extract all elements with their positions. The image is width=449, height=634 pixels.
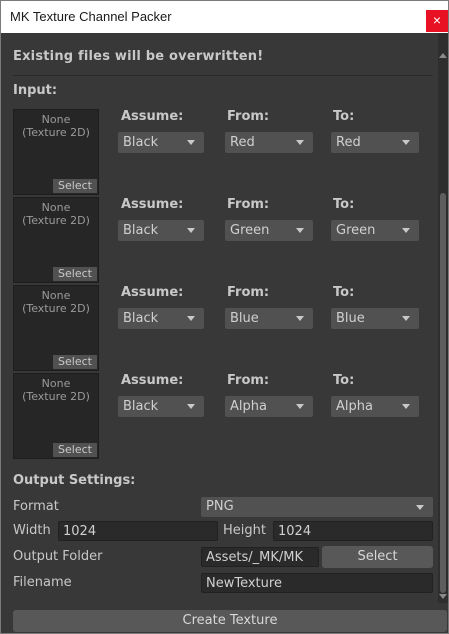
texture-slot-green[interactable]: None (Texture 2D) Select (13, 197, 99, 283)
slot-placeholder: None (Texture 2D) (14, 289, 98, 315)
chevron-down-icon (402, 404, 410, 409)
from-value: Red (230, 135, 255, 150)
to-value: Alpha (336, 399, 373, 414)
slot-type-text: (Texture 2D) (22, 126, 90, 139)
packer-window: MK Texture Channel Packer × Existing fil… (0, 0, 449, 634)
slot-select-button[interactable]: Select (53, 443, 97, 457)
slot-type-text: (Texture 2D) (22, 390, 90, 403)
output-folder-field[interactable]: Assets/_MK/MK (201, 547, 319, 567)
to-dropdown[interactable]: Red (331, 132, 419, 153)
filename-label: Filename (13, 575, 72, 590)
scroll-thumb[interactable] (440, 193, 446, 593)
window-title: MK Texture Channel Packer (10, 9, 172, 24)
chevron-down-icon (296, 404, 304, 409)
assume-label: Assume: (121, 373, 184, 388)
assume-value: Black (123, 311, 159, 326)
from-dropdown[interactable]: Alpha (225, 396, 313, 417)
chevron-down-icon (402, 228, 410, 233)
title-bar: MK Texture Channel Packer × (1, 1, 448, 33)
to-dropdown[interactable]: Blue (331, 308, 419, 329)
slot-none-text: None (41, 289, 71, 302)
output-settings-label: Output Settings: (13, 473, 136, 488)
content-area: Existing files will be overwritten! Inpu… (1, 33, 447, 633)
chevron-down-icon (416, 505, 424, 510)
to-dropdown[interactable]: Alpha (331, 396, 419, 417)
assume-dropdown[interactable]: Black (118, 396, 204, 417)
slot-select-button[interactable]: Select (53, 355, 97, 369)
input-label: Input: (13, 83, 58, 98)
folder-select-button[interactable]: Select (322, 546, 433, 568)
assume-value: Black (123, 135, 159, 150)
to-dropdown[interactable]: Green (331, 220, 419, 241)
slot-placeholder: None (Texture 2D) (14, 201, 98, 227)
from-label: From: (227, 197, 270, 212)
to-label: To: (333, 285, 355, 300)
chevron-down-icon (296, 140, 304, 145)
slot-none-text: None (41, 201, 71, 214)
texture-slot-blue[interactable]: None (Texture 2D) Select (13, 285, 99, 371)
from-value: Blue (230, 311, 259, 326)
slot-select-button[interactable]: Select (53, 267, 97, 281)
chevron-down-icon (402, 140, 410, 145)
to-value: Red (336, 135, 361, 150)
assume-dropdown[interactable]: Black (118, 220, 204, 241)
chevron-down-icon (296, 228, 304, 233)
assume-dropdown[interactable]: Black (118, 132, 204, 153)
slot-type-text: (Texture 2D) (22, 302, 90, 315)
to-value: Green (336, 223, 376, 238)
assume-value: Black (123, 223, 159, 238)
slot-placeholder: None (Texture 2D) (14, 113, 98, 139)
height-label: Height (223, 523, 266, 538)
assume-dropdown[interactable]: Black (118, 308, 204, 329)
overwrite-warning: Existing files will be overwritten! (13, 49, 264, 64)
chevron-down-icon (187, 404, 195, 409)
vertical-scrollbar[interactable] (438, 33, 448, 603)
assume-label: Assume: (121, 109, 184, 124)
height-field[interactable]: 1024 (273, 521, 433, 541)
create-texture-button[interactable]: Create Texture (13, 610, 447, 632)
chevron-down-icon (402, 316, 410, 321)
slot-none-text: None (41, 113, 71, 126)
output-folder-label: Output Folder (13, 549, 103, 564)
to-label: To: (333, 373, 355, 388)
texture-slot-red[interactable]: None (Texture 2D) Select (13, 109, 99, 195)
from-value: Alpha (230, 399, 267, 414)
close-button[interactable]: × (426, 10, 448, 32)
from-dropdown[interactable]: Blue (225, 308, 313, 329)
assume-value: Black (123, 399, 159, 414)
width-label: Width (13, 523, 51, 538)
chevron-down-icon (187, 228, 195, 233)
slot-placeholder: None (Texture 2D) (14, 377, 98, 403)
scroll-up-icon[interactable] (439, 53, 447, 58)
from-label: From: (227, 373, 270, 388)
chevron-down-icon (187, 140, 195, 145)
from-dropdown[interactable]: Green (225, 220, 313, 241)
assume-label: Assume: (121, 197, 184, 212)
to-value: Blue (336, 311, 365, 326)
slot-none-text: None (41, 377, 71, 390)
from-value: Green (230, 223, 270, 238)
scroll-down-icon[interactable] (439, 594, 447, 599)
filename-field[interactable]: NewTexture (201, 573, 433, 593)
to-label: To: (333, 109, 355, 124)
format-label: Format (13, 499, 59, 514)
from-label: From: (227, 285, 270, 300)
format-value: PNG (206, 499, 234, 514)
assume-label: Assume: (121, 285, 184, 300)
to-label: To: (333, 197, 355, 212)
divider (13, 75, 433, 76)
texture-slot-alpha[interactable]: None (Texture 2D) Select (13, 373, 99, 459)
slot-type-text: (Texture 2D) (22, 214, 90, 227)
width-field[interactable]: 1024 (58, 521, 218, 541)
slot-select-button[interactable]: Select (53, 179, 97, 193)
format-dropdown[interactable]: PNG (201, 497, 433, 517)
chevron-down-icon (296, 316, 304, 321)
from-label: From: (227, 109, 270, 124)
from-dropdown[interactable]: Red (225, 132, 313, 153)
chevron-down-icon (187, 316, 195, 321)
